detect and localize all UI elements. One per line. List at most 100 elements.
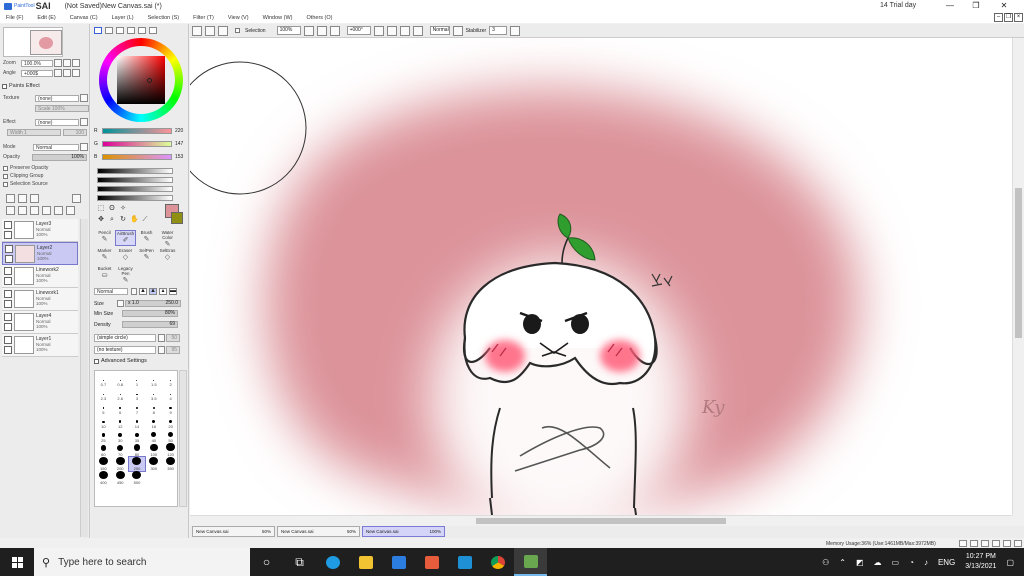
eye-icon[interactable] (5, 245, 13, 253)
maximize-icon[interactable]: ❐ (970, 1, 982, 11)
brush-size-preset[interactable]: 3.5 (145, 387, 162, 401)
store-icon[interactable] (415, 548, 448, 576)
battery-icon[interactable]: ▭ (892, 558, 900, 567)
document-tab[interactable]: New Canvas.sai 50% (192, 526, 275, 537)
layers-scrollbar[interactable] (80, 219, 88, 537)
rgb-slider-mode-icon[interactable] (105, 27, 113, 34)
task-view-icon[interactable]: ⧉ (283, 548, 316, 576)
apply-mask-icon[interactable] (66, 206, 75, 215)
canvas-zoom-field[interactable]: 100% (276, 26, 301, 35)
brush-bucket[interactable]: Bucket ⛀ (94, 266, 115, 282)
texture-select[interactable]: (none) (35, 94, 79, 102)
canvas-vertical-scrollbar[interactable] (1012, 38, 1024, 515)
gray-slider-1[interactable] (97, 168, 173, 174)
menu-edit[interactable]: Edit (E) (37, 15, 55, 21)
rotate-right-icon[interactable] (63, 69, 71, 77)
mail-icon[interactable] (382, 548, 415, 576)
lasso-icon[interactable]: ʘ (108, 205, 116, 213)
swatches-mode-icon[interactable] (138, 27, 146, 34)
network-icon[interactable]: ◔ (909, 558, 914, 567)
mode-dropdown-icon[interactable] (80, 143, 88, 151)
onedrive-icon[interactable]: ☁ (874, 558, 882, 567)
menu-window[interactable]: Window (W) (263, 15, 293, 21)
zoom-fit-icon[interactable] (329, 25, 340, 36)
brush-size-preset[interactable]: 6 (112, 401, 129, 415)
opacity-slider[interactable]: 100% (32, 154, 87, 161)
document-tab[interactable]: New Canvas.sai 100% (362, 526, 445, 537)
drawing-canvas[interactable]: Ky (190, 38, 1012, 515)
brush-size-preset[interactable]: 8 (145, 401, 162, 415)
brush-size-preset[interactable]: 80 (129, 443, 146, 457)
lock-icon[interactable] (4, 346, 12, 354)
brush-legacy-pen[interactable]: Legacy Pen ✎ (115, 266, 136, 284)
brush-size-preset[interactable]: 35 (129, 429, 146, 443)
close-icon[interactable]: ✕ (998, 1, 1010, 11)
zoom-in-icon[interactable] (63, 59, 71, 67)
brush-shape-select[interactable]: (simple circle) (94, 334, 156, 342)
stabilizer-dropdown-icon[interactable] (510, 25, 521, 36)
rotate-left-icon[interactable] (373, 25, 384, 36)
brush-texture-select[interactable]: (no texture) (94, 346, 156, 354)
lock-icon[interactable] (4, 323, 12, 331)
scroll-icon[interactable] (1003, 540, 1011, 547)
rotate-right-icon[interactable] (386, 25, 397, 36)
keyboard-icon[interactable] (959, 540, 967, 547)
layer-item[interactable]: Linework2 Normal 100% (2, 265, 78, 288)
menu-layer[interactable]: Layer (L) (112, 15, 134, 21)
brush-size-preset[interactable]: 7 (129, 401, 146, 415)
preserve-opacity-row[interactable]: Preserve Opacity (3, 165, 48, 171)
selection-source-row[interactable]: Selection Source (3, 181, 48, 187)
rect-select-icon[interactable]: ⬚ (97, 205, 105, 213)
density-slider[interactable]: 69 (122, 321, 178, 328)
brush-size-preset[interactable]: 500 (129, 471, 146, 485)
minimize-icon[interactable]: — (944, 1, 956, 11)
num-icon[interactable] (992, 540, 1000, 547)
brush-size-preset[interactable]: 4 (162, 387, 179, 401)
brush-size-preset[interactable]: 1.5 (145, 373, 162, 387)
rotate-reset-icon[interactable] (399, 25, 410, 36)
brush-size-preset[interactable]: 5 (95, 401, 112, 415)
volume-icon[interactable]: ♪ (924, 558, 928, 567)
brush-marker[interactable]: Marker ✎ (94, 248, 115, 264)
brush-size-preset[interactable]: 120 (162, 443, 179, 457)
green-slider[interactable] (102, 141, 172, 147)
brush-pencil[interactable]: Pencil ✎ (94, 230, 115, 246)
eye-icon[interactable] (4, 221, 12, 229)
flip-icon[interactable] (412, 25, 423, 36)
ins-icon[interactable] (1014, 540, 1022, 547)
rotate-reset-icon[interactable] (72, 69, 80, 77)
brush-size-preset[interactable]: 30 (112, 429, 129, 443)
notification-icon[interactable]: ▢ (1006, 558, 1014, 567)
color-mixer-mode-icon[interactable] (127, 27, 135, 34)
windows-start-icon[interactable] (0, 548, 34, 576)
effect-dropdown-icon[interactable] (80, 118, 88, 126)
gray-slider-4[interactable] (97, 195, 173, 201)
size-presets-scrollbar[interactable] (179, 370, 187, 507)
brush-size-preset[interactable]: 400 (95, 471, 112, 485)
hsv-slider-mode-icon[interactable] (116, 27, 124, 34)
brush-size-preset[interactable]: 100 (145, 443, 162, 457)
brush-watercolor[interactable]: Water Color ✎ (157, 230, 178, 248)
shape-round-icon[interactable]: ▴ (159, 288, 167, 295)
brush-eraser[interactable]: Eraser ◇ (115, 248, 136, 264)
brush-size-preset[interactable]: 70 (112, 443, 129, 457)
gray-slider-2[interactable] (97, 177, 173, 183)
trash-icon[interactable] (30, 206, 39, 215)
shape-hard-icon[interactable]: ▬ (169, 288, 177, 295)
doc-restore-icon[interactable]: ❐ (1004, 13, 1013, 22)
brush-seleras[interactable]: SelEras ◇ (157, 248, 178, 264)
brush-size-preset[interactable]: 3 (129, 387, 146, 401)
color-wheel[interactable] (99, 38, 183, 122)
brush-size-preset[interactable]: 60 (95, 443, 112, 457)
cortana-icon[interactable]: ○ (250, 548, 283, 576)
stabilizer-select[interactable]: 3 (489, 26, 508, 35)
layer-item[interactable]: Layer4 Normal 100% (2, 311, 78, 334)
hand-icon[interactable]: ✋ (130, 216, 139, 224)
document-tab[interactable]: New Canvas.sai 50% (277, 526, 360, 537)
brush-size-preset[interactable]: 450 (112, 471, 129, 485)
layer-item[interactable]: Layer3 Normal 100% (2, 219, 78, 242)
gray-slider-3[interactable] (97, 186, 173, 192)
zoom-out-icon[interactable] (54, 59, 62, 67)
clear-layer-icon[interactable] (42, 206, 51, 215)
pen-pressure-icon[interactable] (970, 540, 978, 547)
